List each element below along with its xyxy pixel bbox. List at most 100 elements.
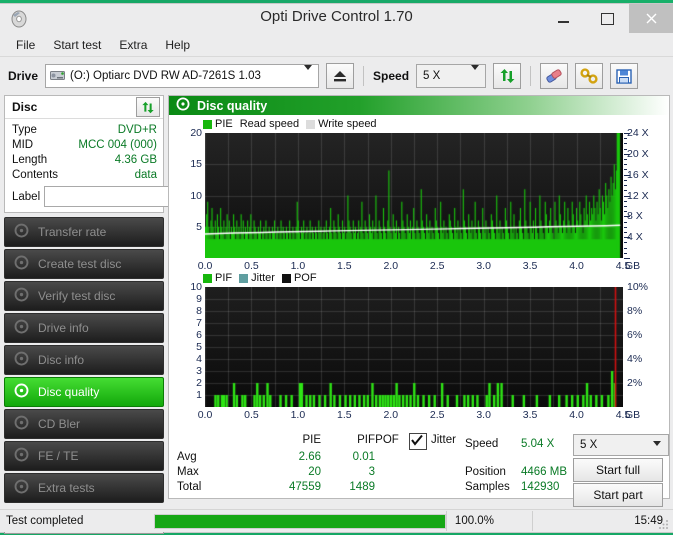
axis-tick-mark [624, 154, 630, 155]
axis-tick-mark [624, 222, 627, 223]
test-speed-select[interactable]: 5 X [573, 434, 669, 456]
nav-list: Transfer rate Create test disc Verify te… [4, 217, 164, 503]
toolbar-divider [530, 66, 531, 86]
refresh-button[interactable] [493, 63, 521, 89]
axis-tick-label: 20 [171, 127, 202, 139]
axis-tick-mark [624, 159, 627, 160]
legend-label: PIE [215, 118, 233, 130]
sidebar-item-create-test-disc[interactable]: Create test disc [4, 249, 164, 279]
close-button[interactable] [629, 4, 673, 33]
axis-tick-label: 7 [171, 317, 202, 329]
save-button[interactable] [610, 63, 638, 89]
jitter-checkbox[interactable] [409, 433, 427, 450]
axis-tick-label: 10 [171, 190, 202, 202]
sidebar-item-label: Transfer rate [38, 225, 106, 239]
axis-tick-label: 0.5 [237, 409, 265, 421]
legend-write-speed: Write speed [306, 118, 377, 130]
speed-value: 5 X [423, 70, 440, 82]
axis-tick-mark [624, 216, 630, 217]
axis-tick-label: 1 [171, 389, 202, 401]
resize-grip-icon[interactable] [658, 517, 670, 529]
disc-row-value: 4.36 GB [115, 153, 157, 168]
progress-bar [154, 511, 446, 531]
axis-tick-label: 24 X [627, 127, 667, 139]
drive-select[interactable]: (O:) Optiarc DVD RW AD-7261S 1.03 [45, 64, 319, 88]
sidebar-item-disc-info[interactable]: Disc info [4, 345, 164, 375]
sidebar-item-verify-test-disc[interactable]: Verify test disc [4, 281, 164, 311]
legend-pie: PIE [203, 118, 233, 130]
disc-panel-header: Disc [5, 96, 163, 119]
sidebar-item-label: CD Bler [38, 417, 80, 431]
legend-pif: PIF [203, 272, 232, 284]
start-part-button[interactable]: Start part [573, 483, 663, 507]
axis-tick-mark [624, 201, 627, 202]
axis-tick-mark [624, 232, 627, 233]
disc-row-value: DVD+R [118, 123, 157, 138]
sidebar-item-label: FE / TE [38, 449, 78, 463]
menu-item-file[interactable]: File [8, 36, 43, 54]
eject-button[interactable] [326, 63, 354, 89]
disc-row-value: MCC 004 (000) [78, 138, 157, 153]
sidebar-item-disc-quality[interactable]: Disc quality [4, 377, 164, 407]
sidebar-item-drive-info[interactable]: Drive info [4, 313, 164, 343]
menu-item-help[interactable]: Help [157, 36, 198, 54]
axis-tick-label: 20 X [627, 148, 667, 160]
chevron-down-icon [471, 70, 479, 82]
axis-tick-label: 1.5 [330, 409, 358, 421]
maximize-button[interactable] [585, 4, 629, 33]
progress-percent: 100.0% [446, 511, 532, 531]
axis-tick-label: 1.0 [284, 409, 312, 421]
tools-button[interactable] [575, 63, 603, 89]
axis-tick-label: 8 X [627, 210, 667, 222]
chart-pif-jitter-pof: 123456789102%4%6%8%10%0.00.51.01.52.02.5… [169, 285, 669, 425]
axis-tick-label: 4% [627, 353, 667, 365]
disc-row-key: Length [12, 153, 47, 168]
disc-quality-header: Disc quality [169, 96, 669, 115]
disc-row-length: Length 4.36 GB [12, 153, 157, 168]
axis-tick-label: 4 X [627, 231, 667, 243]
erase-button[interactable] [540, 63, 568, 89]
axis-tick-mark [624, 253, 627, 254]
sidebar-item-transfer-rate[interactable]: Transfer rate [4, 217, 164, 247]
axis-tick-label: 4 [171, 353, 202, 365]
sidebar-item-extra-tests[interactable]: Extra tests [4, 473, 164, 503]
disc-icon [14, 287, 29, 305]
axis-tick-label: 3.5 [516, 409, 544, 421]
stats-row-avg-label: Avg [177, 451, 197, 463]
disc-info-rows: Type DVD+R MID MCC 004 (000) Length 4.36… [5, 119, 163, 212]
axis-tick-mark [624, 237, 630, 238]
disc-label-row: Label [12, 186, 157, 207]
disc-refresh-button[interactable] [136, 97, 160, 117]
axis-tick-mark [624, 133, 630, 134]
axis-tick-label: 10 [171, 281, 202, 293]
sidebar-item-cd-bler[interactable]: CD Bler [4, 409, 164, 439]
disc-icon [14, 223, 29, 241]
disc-icon [176, 97, 190, 114]
menu-item-start-test[interactable]: Start test [45, 36, 109, 54]
menu-item-extra[interactable]: Extra [111, 36, 155, 54]
sidebar-item-fe-te[interactable]: FE / TE [4, 441, 164, 471]
axis-tick-label: 0.0 [191, 260, 219, 272]
speed-select[interactable]: 5 X [416, 64, 486, 88]
axis-tick-label: 1.5 [330, 260, 358, 272]
axis-tick-label: 5 [171, 341, 202, 353]
legend-label: POF [294, 272, 317, 284]
sidebar-item-label: Create test disc [38, 257, 121, 271]
legend-label: PIF [215, 272, 232, 284]
axis-tick-label: 3.0 [470, 409, 498, 421]
axis-tick-label: 9 [171, 293, 202, 305]
sidebar-item-label: Verify test disc [38, 289, 115, 303]
menu-bar: File Start test Extra Help [0, 34, 673, 57]
progress-fill [155, 515, 445, 528]
disc-icon [14, 415, 29, 433]
minimize-button[interactable] [541, 4, 585, 33]
chevron-down-icon [304, 70, 312, 82]
stats-max-pif: 3 [323, 466, 375, 478]
stats-avg-pie: 2.66 [269, 451, 321, 463]
legend-pof: POF [282, 272, 317, 284]
title-bar: Opti Drive Control 1.70 [0, 4, 673, 34]
disc-quality-title: Disc quality [197, 99, 267, 113]
start-full-button[interactable]: Start full [573, 458, 663, 482]
axis-tick-label: 2.0 [377, 409, 405, 421]
axis-tick-mark [624, 138, 627, 139]
